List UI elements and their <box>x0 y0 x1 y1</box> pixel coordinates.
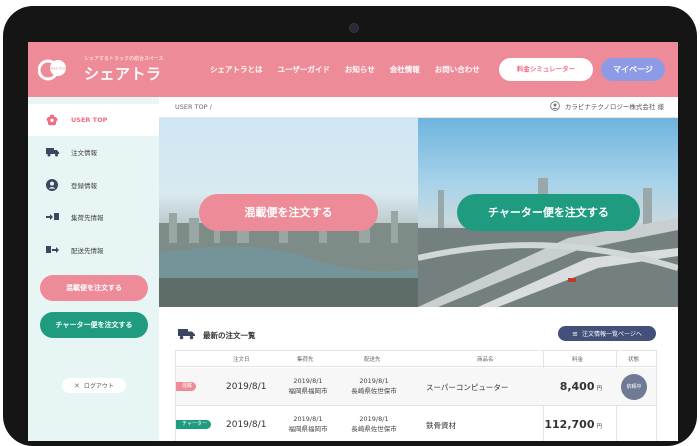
truck-icon <box>178 329 195 340</box>
price-value: 112,700 <box>544 418 595 431</box>
delivery-icon <box>45 243 59 257</box>
sidebar-item-label: 集荷先情報 <box>71 214 104 222</box>
order-date: 2019/8/1 <box>226 382 267 392</box>
mypage-button[interactable]: マイページ <box>601 58 665 81</box>
delivery-date: 2019/8/1 <box>359 415 389 423</box>
order-type-badge: チャーター <box>176 420 211 429</box>
sidebar-mixed-order-button[interactable]: 混載便を注文する <box>40 275 148 301</box>
column-header-status: 状態 <box>628 357 640 363</box>
orders-list-link-label: 注文情報一覧ページへ <box>581 331 642 338</box>
close-icon: ✕ <box>74 381 80 390</box>
table-row[interactable]: チャーター 2019/8/1 2019/8/1 福岡県福岡市 2019/8/1 … <box>176 406 656 441</box>
logout-button[interactable]: ✕ ログアウト <box>62 378 126 393</box>
nav-company[interactable]: 会社情報 <box>390 64 420 75</box>
sidebar-item-user-top[interactable]: USER TOP <box>28 104 159 136</box>
orders-list-link[interactable]: ≡ 注文情報一覧ページへ <box>558 326 656 341</box>
product-name: 鉄骨資材 <box>426 421 456 430</box>
logo-icon[interactable]: Share Truck <box>38 57 68 83</box>
sidebar-item-label: 配送先情報 <box>71 247 104 255</box>
site-header: Share Truck シェアするトラックの総合スペース シェアトラ シェアトラ… <box>28 42 678 97</box>
user-info[interactable]: カラビナテクノロジー株式会社 様 <box>549 101 664 111</box>
tablet-frame: Share Truck シェアするトラックの総合スペース シェアトラ シェアトラ… <box>3 6 697 446</box>
currency: 円 <box>596 424 602 430</box>
orders-title: 最新の注文一覧 <box>203 331 256 340</box>
price-simulator-button[interactable]: 料金シミュレーター <box>499 58 593 81</box>
sidebar-charter-order-button[interactable]: チャーター便を注文する <box>40 312 148 338</box>
sidebar: USER TOP 注文情報 登録情報 集荷先情報 配送先情報 混載便を注文する … <box>28 97 159 441</box>
logo-text[interactable]: シェアトラ <box>84 63 162 84</box>
sidebar-item-registration[interactable]: 登録情報 <box>28 169 159 201</box>
pickup-date: 2019/8/1 <box>293 415 323 423</box>
delivery-location: 長崎県佐世保市 <box>351 387 397 395</box>
breadcrumb[interactable]: USER TOP / <box>175 103 212 111</box>
column-header-product: 商品名 <box>477 357 494 363</box>
hero-charter-order-button[interactable]: チャーター便を注文する <box>457 194 640 231</box>
pickup-location: 福岡県福岡市 <box>288 387 328 395</box>
flower-icon <box>45 113 59 127</box>
nav-contact[interactable]: お問い合わせ <box>435 64 480 75</box>
main-nav: シェアトラとは ユーザーガイド お知らせ 会社情報 お問い合わせ <box>210 64 495 75</box>
breadcrumb-bar: USER TOP / カラビナテクノロジー株式会社 様 <box>159 97 678 118</box>
delivery-cell: 2019/8/1 長崎県佐世保市 <box>343 376 405 396</box>
currency: 円 <box>596 386 602 392</box>
pickup-cell: 2019/8/1 福岡県福岡市 <box>280 376 336 396</box>
nav-news[interactable]: お知らせ <box>345 64 375 75</box>
price: 8,400 円 <box>543 380 602 393</box>
delivery-date: 2019/8/1 <box>359 377 389 385</box>
user-company: カラビナテクノロジー株式会社 様 <box>564 103 664 111</box>
column-header-delivery: 配送先 <box>364 357 381 363</box>
table-row[interactable]: 混載 2019/8/1 2019/8/1 福岡県福岡市 2019/8/1 長崎県… <box>176 368 656 406</box>
hero-mixed-order-button[interactable]: 混載便を注文する <box>199 194 378 231</box>
logo-tagline: シェアするトラックの総合スペース <box>84 56 164 62</box>
nav-user-guide[interactable]: ユーザーガイド <box>278 64 330 75</box>
truck-icon <box>45 145 59 159</box>
logout-label: ログアウト <box>83 383 114 390</box>
pickup-cell: 2019/8/1 福岡県福岡市 <box>280 414 336 434</box>
pickup-date: 2019/8/1 <box>293 377 323 385</box>
sidebar-item-delivery[interactable]: 配送先情報 <box>28 234 159 266</box>
price: 112,700 円 <box>543 418 602 431</box>
sidebar-item-pickup[interactable]: 集荷先情報 <box>28 201 159 233</box>
list-icon: ≡ <box>572 329 578 338</box>
delivery-location: 長崎県佐世保市 <box>351 425 397 433</box>
hero-banner: 混載便を注文する チャーター便を注文する <box>159 118 678 307</box>
order-type-badge: 混載 <box>176 382 197 391</box>
sidebar-item-label: 注文情報 <box>71 149 97 157</box>
sidebar-item-label: USER TOP <box>71 116 108 124</box>
nav-about[interactable]: シェアトラとは <box>210 64 263 75</box>
column-header-order-date: 注文日 <box>233 357 250 363</box>
price-value: 8,400 <box>559 380 595 393</box>
pickup-icon <box>45 210 59 224</box>
sidebar-item-label: 登録情報 <box>71 182 97 190</box>
pickup-location: 福岡県福岡市 <box>288 425 328 433</box>
delivery-cell: 2019/8/1 長崎県佐世保市 <box>343 414 405 434</box>
orders-table: 注文日 集荷先 配送先 商品名 料金 状態 混載 2019/8/1 2019/8… <box>175 350 657 441</box>
table-header: 注文日 集荷先 配送先 商品名 料金 状態 <box>176 351 656 367</box>
status-badge: 依頼中 <box>621 374 647 400</box>
screen: Share Truck シェアするトラックの総合スペース シェアトラ シェアトラ… <box>28 42 678 441</box>
column-header-price: 料金 <box>572 357 584 363</box>
user-circle-icon <box>45 178 59 192</box>
sidebar-item-orders[interactable]: 注文情報 <box>28 136 159 168</box>
logo-badge: Share Truck <box>49 67 68 71</box>
user-icon <box>549 101 560 111</box>
order-date: 2019/8/1 <box>226 420 267 430</box>
camera-icon <box>350 24 358 32</box>
product-name: スーパーコンピューター <box>426 383 509 392</box>
column-header-pickup: 集荷先 <box>297 357 314 363</box>
